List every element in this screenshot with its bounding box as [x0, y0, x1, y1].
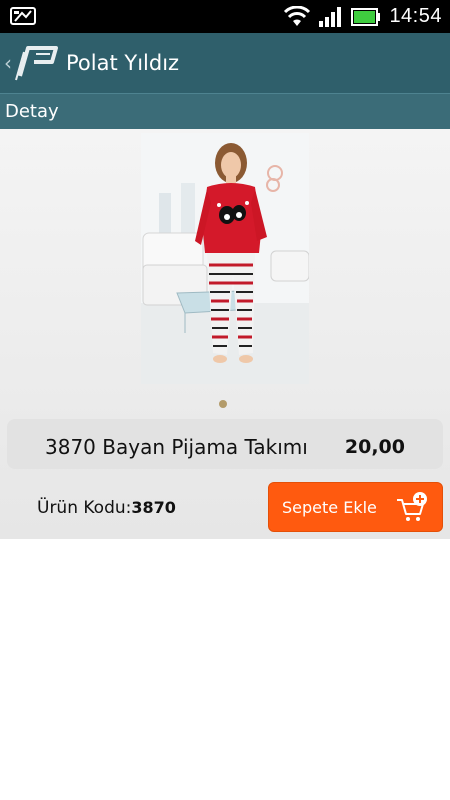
add-to-cart-label: Sepete Ekle	[282, 498, 377, 517]
product-price: 20,00	[344, 436, 405, 458]
product-code-label: Ürün Kodu:	[37, 498, 132, 518]
section-title: Detay	[5, 101, 59, 122]
add-to-cart-button[interactable]: Sepete Ekle	[268, 482, 443, 532]
status-time: 14:54	[389, 5, 442, 27]
product-name: 3870 Bayan Pijama Takımı	[45, 435, 308, 459]
add-to-cart-icon	[397, 492, 427, 521]
product-code-value: 3870	[131, 498, 176, 517]
product-detail: 3870 Bayan Pijama Takımı 20,00 Ürün Kodu…	[0, 129, 450, 539]
app-logo-icon[interactable]	[14, 42, 62, 82]
action-bar: ‹ Polat Yıldız	[0, 33, 450, 93]
section-header: Detay	[0, 93, 450, 129]
app-title: Polat Yıldız	[66, 51, 180, 75]
back-chevron-icon[interactable]: ‹	[4, 51, 12, 75]
product-code: Ürün Kodu:3870	[37, 494, 176, 522]
product-info-card: 3870 Bayan Pijama Takımı 20,00	[7, 419, 443, 469]
notification-icon	[10, 7, 36, 25]
wifi-icon	[284, 5, 311, 26]
signal-icon	[319, 6, 342, 27]
status-bar: 14:54	[0, 0, 450, 33]
product-photo[interactable]	[141, 133, 309, 384]
status-icons: 14:54	[283, 0, 442, 33]
battery-icon	[351, 7, 381, 26]
pager-dot[interactable]	[219, 400, 227, 408]
